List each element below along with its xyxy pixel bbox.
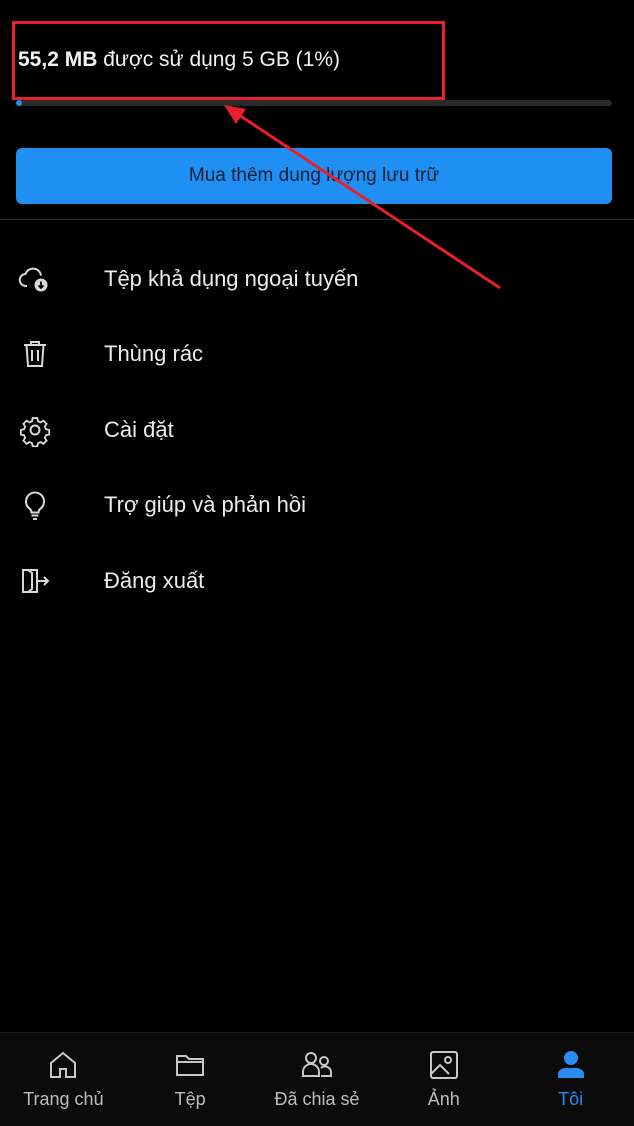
menu-item-label: Cài đặt [104, 416, 174, 442]
people-icon [299, 1047, 335, 1083]
menu-item-offline-files[interactable]: Tệp khả dụng ngoại tuyến [0, 241, 634, 317]
nav-label: Ảnh [427, 1089, 460, 1109]
menu-item-trash[interactable]: Thùng rác [0, 317, 634, 393]
nav-item-me[interactable]: Tôi [507, 1033, 634, 1126]
menu-item-label: Đăng xuất [104, 567, 205, 593]
storage-progress-fill [16, 100, 22, 106]
me-screen: 55,2 MB được sử dụng 5 GB (1%) Mua thêm … [0, 0, 634, 1126]
nav-label: Đã chia sẻ [274, 1089, 360, 1109]
nav-item-files[interactable]: Tệp [127, 1033, 254, 1126]
storage-used-value: 55,2 MB [18, 48, 98, 71]
menu-item-label: Tệp khả dụng ngoại tuyến [104, 265, 359, 291]
lightbulb-icon [18, 488, 52, 522]
nav-item-photos[interactable]: Ảnh [380, 1033, 507, 1126]
menu-item-help-feedback[interactable]: Trợ giúp và phản hồi [0, 468, 634, 544]
menu-item-label: Trợ giúp và phản hồi [104, 492, 306, 518]
nav-label: Trang chủ [23, 1089, 104, 1109]
storage-total-text: được sử dụng 5 GB (1%) [97, 48, 341, 71]
buy-more-storage-button[interactable]: Mua thêm dung lượng lưu trữ [16, 148, 612, 204]
menu-item-settings[interactable]: Cài đặt [0, 392, 634, 468]
image-icon [426, 1047, 462, 1083]
person-icon [553, 1047, 589, 1083]
account-menu: Tệp khả dụng ngoại tuyến Thùng rác Cài đ… [0, 241, 634, 619]
menu-item-sign-out[interactable]: Đăng xuất [0, 543, 634, 619]
home-icon [45, 1047, 81, 1083]
nav-item-home[interactable]: Trang chủ [0, 1033, 127, 1126]
cloud-offline-icon [18, 262, 52, 296]
menu-item-label: Thùng rác [104, 341, 204, 367]
folder-icon [172, 1047, 208, 1083]
nav-label: Tôi [558, 1089, 584, 1109]
trash-icon [18, 337, 52, 371]
divider [0, 219, 634, 220]
gear-icon [18, 413, 52, 447]
nav-item-shared[interactable]: Đã chia sẻ [254, 1033, 381, 1126]
storage-progress-bar [16, 100, 612, 106]
nav-label: Tệp [174, 1089, 206, 1109]
storage-usage-text: 55,2 MB được sử dụng 5 GB (1%) [18, 46, 340, 74]
bottom-navigation: Trang chủ Tệp Đã chia sẻ Ảnh Tôi [0, 1032, 634, 1126]
sign-out-icon [18, 564, 52, 598]
